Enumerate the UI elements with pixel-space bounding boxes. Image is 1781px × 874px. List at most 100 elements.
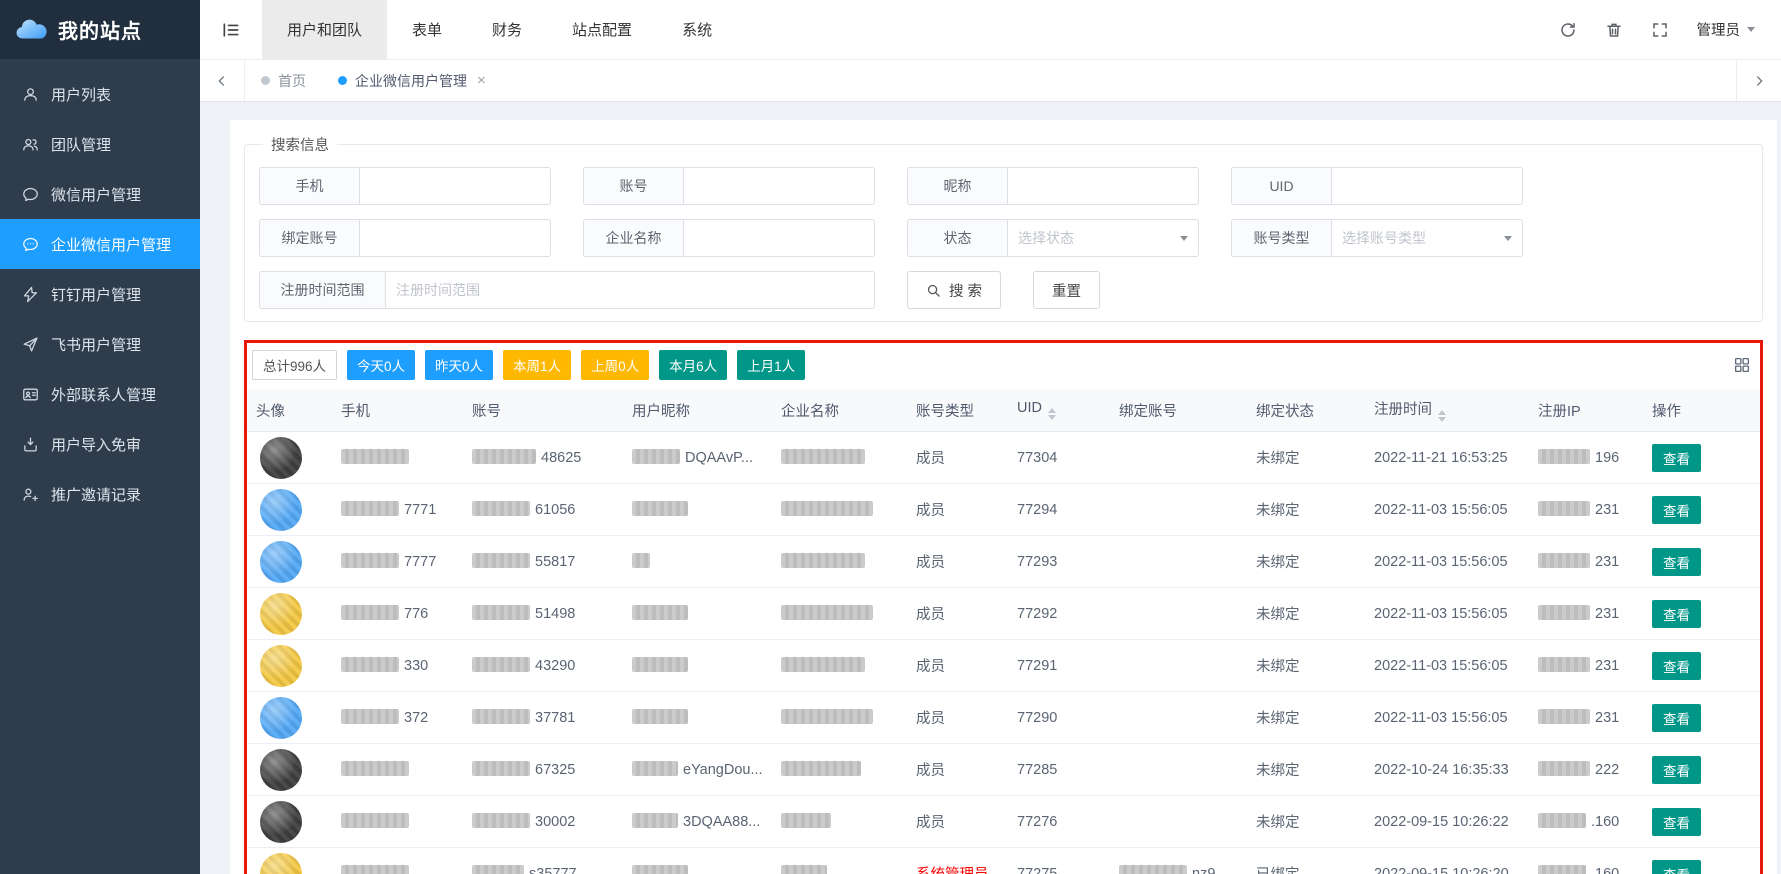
stat-today[interactable]: 今天0人 bbox=[347, 350, 415, 380]
avatar bbox=[260, 593, 302, 635]
table-row: 33043290成员77291未绑定2022-11-03 15:56:05231… bbox=[244, 640, 1763, 692]
field-input[interactable] bbox=[1332, 168, 1522, 204]
redacted-text bbox=[781, 449, 865, 464]
column-header[interactable]: 注册时间 bbox=[1362, 389, 1526, 432]
view-button[interactable]: 查看 bbox=[1652, 756, 1701, 784]
avatar bbox=[260, 437, 302, 479]
topnav-tab-users-teams[interactable]: 用户和团队 bbox=[262, 0, 387, 59]
phone-cell bbox=[329, 796, 460, 848]
stat-last-month[interactable]: 上月1人 bbox=[737, 350, 805, 380]
refresh-button[interactable] bbox=[1559, 21, 1577, 39]
sidebar-item-feishu-users[interactable]: 飞书用户管理 bbox=[0, 319, 200, 369]
cell-text: 231 bbox=[1595, 710, 1619, 726]
stat-total[interactable]: 总计996人 bbox=[252, 350, 337, 380]
tabs-scroll-left-button[interactable] bbox=[200, 60, 245, 101]
column-settings-button[interactable] bbox=[1733, 356, 1751, 374]
cell-text: 330 bbox=[404, 658, 428, 674]
sidebar-item-external-contacts[interactable]: 外部联系人管理 bbox=[0, 369, 200, 419]
admin-menu[interactable]: 管理员 bbox=[1697, 19, 1756, 40]
phone-cell: 776 bbox=[329, 588, 460, 640]
import-icon bbox=[22, 436, 39, 453]
sidebar-item-dingtalk-users[interactable]: 钉钉用户管理 bbox=[0, 269, 200, 319]
view-button[interactable]: 查看 bbox=[1652, 860, 1701, 874]
avatar-cell bbox=[244, 744, 329, 796]
field-input[interactable] bbox=[360, 168, 550, 204]
sidebar-item-user-list[interactable]: 用户列表 bbox=[0, 69, 200, 119]
view-button[interactable]: 查看 bbox=[1652, 496, 1701, 524]
topnav-tab-forms[interactable]: 表单 bbox=[387, 0, 467, 59]
field-input[interactable] bbox=[386, 272, 874, 308]
stat-last-week[interactable]: 上周0人 bbox=[581, 350, 649, 380]
view-button[interactable]: 查看 bbox=[1652, 600, 1701, 628]
sidebar-item-team-management[interactable]: 团队管理 bbox=[0, 119, 200, 169]
site-title: 我的站点 bbox=[58, 15, 142, 44]
table-row: 48625DQAAvP...成员77304未绑定2022-11-21 16:53… bbox=[244, 432, 1763, 484]
action-cell: 查看 bbox=[1640, 484, 1763, 536]
field-input[interactable] bbox=[360, 220, 550, 256]
field-input[interactable] bbox=[684, 220, 874, 256]
sidebar-collapse-button[interactable] bbox=[200, 0, 262, 59]
sidebar: 我的站点 用户列表团队管理微信用户管理企业微信用户管理钉钉用户管理飞书用户管理外… bbox=[0, 0, 200, 874]
cell-text: 30002 bbox=[535, 814, 575, 830]
bound-account-cell bbox=[1107, 484, 1244, 536]
uid-cell: 77293 bbox=[1005, 536, 1107, 588]
company-cell bbox=[769, 848, 904, 874]
field-select[interactable]: 选择账号类型 bbox=[1332, 220, 1522, 256]
account-cell: 48625 bbox=[460, 432, 620, 484]
search-button[interactable]: 搜 索 bbox=[907, 271, 1001, 309]
chevron-down-icon bbox=[1180, 236, 1188, 241]
stat-this-week[interactable]: 本周1人 bbox=[503, 350, 571, 380]
topnav-tab-system[interactable]: 系统 bbox=[657, 0, 737, 59]
column-header[interactable]: UID bbox=[1005, 389, 1107, 432]
bind-status-cell: 未绑定 bbox=[1244, 692, 1362, 744]
field-label: 注册时间范围 bbox=[260, 272, 386, 308]
phone-cell: 372 bbox=[329, 692, 460, 744]
sort-icon[interactable] bbox=[1048, 408, 1056, 420]
sidebar-item-wechat-users[interactable]: 微信用户管理 bbox=[0, 169, 200, 219]
cell-text: 776 bbox=[404, 606, 428, 622]
reg-time-cell: 2022-10-24 16:35:33 bbox=[1362, 744, 1526, 796]
sidebar-item-wecom-users[interactable]: 企业微信用户管理 bbox=[0, 219, 200, 269]
reg-time-cell: 2022-11-03 15:56:05 bbox=[1362, 692, 1526, 744]
bound-account-cell bbox=[1107, 796, 1244, 848]
page-tab-home[interactable]: 首页 bbox=[245, 60, 322, 101]
topnav-tab-site-config[interactable]: 站点配置 bbox=[547, 0, 657, 59]
nickname-cell: DQAAvP... bbox=[620, 432, 769, 484]
delete-button[interactable] bbox=[1605, 21, 1623, 39]
cell-text: s35777 bbox=[529, 866, 577, 874]
reset-button[interactable]: 重置 bbox=[1033, 271, 1100, 309]
fullscreen-button[interactable] bbox=[1651, 21, 1669, 39]
view-button[interactable]: 查看 bbox=[1652, 652, 1701, 680]
view-button[interactable]: 查看 bbox=[1652, 704, 1701, 732]
fullscreen-icon bbox=[1651, 21, 1669, 39]
avatar-cell bbox=[244, 432, 329, 484]
field-input[interactable] bbox=[1008, 168, 1198, 204]
feishu-icon bbox=[22, 336, 39, 353]
sidebar-item-label: 飞书用户管理 bbox=[51, 334, 141, 355]
page-tab-wecom-users[interactable]: 企业微信用户管理× bbox=[322, 60, 502, 101]
view-button[interactable]: 查看 bbox=[1652, 808, 1701, 836]
view-button[interactable]: 查看 bbox=[1652, 444, 1701, 472]
account-type-cell: 成员 bbox=[904, 692, 1005, 744]
cell-text: 231 bbox=[1595, 658, 1619, 674]
view-button[interactable]: 查看 bbox=[1652, 548, 1701, 576]
bind-status-cell: 未绑定 bbox=[1244, 640, 1362, 692]
nickname-cell bbox=[620, 640, 769, 692]
avatar bbox=[260, 489, 302, 531]
action-cell: 查看 bbox=[1640, 640, 1763, 692]
tab-close-icon[interactable]: × bbox=[477, 72, 486, 89]
topnav-tab-label: 财务 bbox=[492, 19, 522, 40]
field-select[interactable]: 选择状态 bbox=[1008, 220, 1198, 256]
field-input[interactable] bbox=[684, 168, 874, 204]
stat-yesterday[interactable]: 昨天0人 bbox=[425, 350, 493, 380]
stat-this-month[interactable]: 本月6人 bbox=[659, 350, 727, 380]
sidebar-item-promo-invites[interactable]: 推广邀请记录 bbox=[0, 469, 200, 519]
tabs-scroll-right-button[interactable] bbox=[1736, 60, 1781, 101]
reg-ip-cell: 231 bbox=[1526, 692, 1640, 744]
sidebar-item-user-import[interactable]: 用户导入免审 bbox=[0, 419, 200, 469]
content-card: 搜索信息 手机账号昵称UID绑定账号企业名称状态选择状态账号类型选择账号类型注册… bbox=[230, 120, 1777, 874]
uid-cell: 77275 bbox=[1005, 848, 1107, 874]
topnav-tab-finance[interactable]: 财务 bbox=[467, 0, 547, 59]
reg-time-cell: 2022-11-03 15:56:05 bbox=[1362, 588, 1526, 640]
sort-icon[interactable] bbox=[1438, 410, 1446, 422]
